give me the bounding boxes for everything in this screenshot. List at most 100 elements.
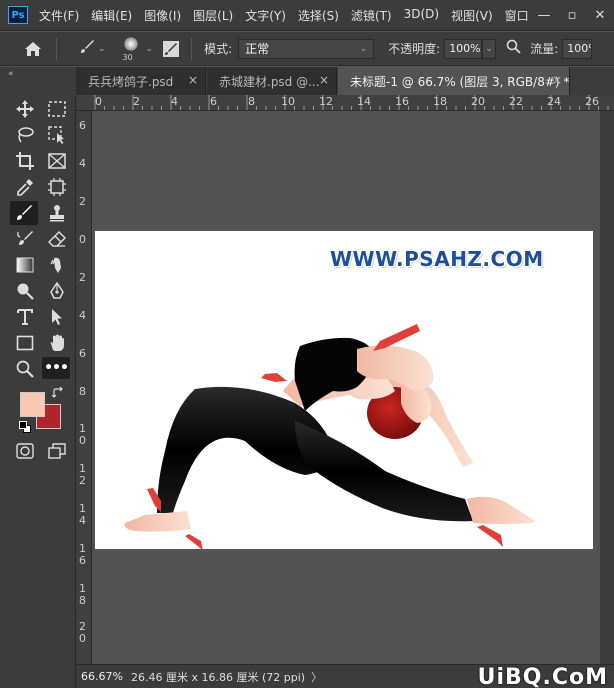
tool-preset-picker[interactable]: ⌄ (79, 39, 106, 58)
brush-settings-icon[interactable] (163, 40, 180, 57)
ruler-label: 18 (79, 582, 86, 608)
history-brush-tool-icon[interactable] (12, 227, 38, 251)
flow-value: 100% (567, 42, 591, 55)
separator (56, 37, 57, 60)
opacity-label: 不透明度: (388, 42, 441, 56)
window-controls: — ▫ ✕ (530, 0, 614, 31)
opacity-value: 100% (449, 42, 481, 55)
status-menu-arrow-icon[interactable]: 〉 (311, 669, 322, 685)
mode-value: 正常 (245, 42, 270, 56)
move-tool-icon[interactable] (12, 97, 38, 121)
object-select-tool-icon[interactable] (44, 123, 70, 147)
ruler-label: 0 (79, 233, 86, 246)
document-tabs: « 兵兵烤鸽子.psd × 赤城建材.psd @... × 未标题-1 @ 66… (0, 67, 614, 95)
path-selection-tool-icon[interactable] (44, 305, 70, 329)
horizontal-ruler: 0 2 4 6 8 10 12 14 16 18 20 22 24 26 (76, 95, 614, 111)
ruler-label: 26 (585, 95, 599, 108)
tab-document-1[interactable]: 兵兵烤鸽子.psd × (76, 67, 206, 95)
crop-tool-icon[interactable] (12, 149, 38, 173)
menu-filter[interactable]: 滤镜(T) (351, 7, 392, 24)
restore-button[interactable]: ▫ (558, 0, 586, 31)
more-tools-icon[interactable]: ••• (42, 357, 70, 379)
ruler-label: 14 (79, 502, 86, 528)
yoga-figure-illustration (124, 324, 535, 551)
close-tab-icon[interactable]: × (552, 73, 562, 87)
marquee-tool-icon[interactable] (44, 97, 70, 121)
ruler-label: 20 (471, 95, 485, 108)
smudge-tool-icon[interactable] (44, 253, 70, 277)
photoshop-window: Ps 文件(F) 编辑(E) 图像(I) 图层(L) 文字(Y) 选择(S) 滤… (0, 0, 614, 688)
minimize-button[interactable]: — (530, 0, 558, 31)
mode-select[interactable]: 正常 ⌄ (238, 38, 375, 59)
foreground-color-swatch[interactable] (20, 392, 45, 417)
screen-mode-icon[interactable] (44, 439, 70, 463)
swap-colors-icon[interactable] (51, 386, 64, 402)
frame-tool-icon[interactable] (44, 149, 70, 173)
default-colors-icon[interactable] (19, 421, 31, 433)
opacity-dropdown[interactable]: ⌄ (482, 38, 497, 59)
zoom-level[interactable]: 66.67% (81, 670, 127, 683)
ruler-label: 18 (433, 95, 447, 108)
ruler-label: 8 (248, 95, 255, 108)
ruler-label: 6 (210, 95, 217, 108)
tab-document-2[interactable]: 赤城建材.psd @... × (207, 67, 337, 95)
document-canvas[interactable] (95, 231, 593, 551)
brush-size-picker[interactable]: 30 (120, 35, 144, 63)
tools-panel: ••• (0, 95, 76, 688)
flow-input[interactable]: 100% (562, 38, 593, 59)
opacity-input[interactable]: 100% (444, 38, 483, 59)
brush-icon (79, 39, 95, 58)
chevron-down-icon[interactable]: ⌄ (146, 44, 154, 54)
pressure-opacity-icon[interactable] (506, 39, 522, 58)
site-watermark: UiBQ.CoM (477, 664, 608, 688)
pen-tool-icon[interactable] (44, 279, 70, 303)
close-button[interactable]: ✕ (586, 0, 614, 31)
ruler-label: 16 (79, 542, 86, 568)
frame-grid-icon[interactable] (44, 175, 70, 199)
ruler-label: 2 (79, 195, 86, 208)
menu-select[interactable]: 选择(S) (298, 7, 339, 24)
menu-layer[interactable]: 图层(L) (193, 7, 233, 24)
menu-image[interactable]: 图像(I) (144, 7, 181, 24)
quick-mask-icon[interactable] (12, 439, 38, 463)
type-tool-icon[interactable] (12, 305, 38, 329)
eyedropper-tool-icon[interactable] (12, 175, 38, 199)
ruler-label: 4 (79, 309, 86, 322)
ruler-label: 4 (171, 95, 178, 108)
brush-size-value: 30 (122, 52, 133, 62)
clone-stamp-tool-icon[interactable] (44, 201, 70, 225)
ruler-label: 12 (79, 462, 86, 488)
zoom-tool-icon[interactable] (12, 357, 38, 381)
close-tab-icon[interactable]: × (319, 73, 329, 87)
home-icon[interactable] (22, 38, 44, 60)
menu-3d[interactable]: 3D(D) (404, 7, 439, 24)
gradient-tool-icon[interactable] (12, 253, 38, 277)
collapse-panel-icon[interactable]: « (8, 69, 14, 79)
photoshop-logo: Ps (8, 6, 28, 24)
menu-edit[interactable]: 编辑(E) (91, 7, 132, 24)
brush-tool-icon[interactable] (10, 201, 38, 225)
close-tab-icon[interactable]: × (188, 73, 198, 87)
ruler-label: 0 (95, 95, 102, 108)
menu-window[interactable]: 窗口 (505, 7, 529, 24)
dodge-tool-icon[interactable] (12, 279, 38, 303)
eraser-tool-icon[interactable] (44, 227, 70, 251)
menu-view[interactable]: 视图(V) (451, 7, 493, 24)
ruler-label: 10 (281, 95, 295, 108)
ruler-label: 4 (79, 157, 86, 170)
lasso-tool-icon[interactable] (12, 123, 38, 147)
ruler-label: 16 (395, 95, 409, 108)
ruler-label: 12 (319, 95, 333, 108)
chevron-down-icon: ⌄ (485, 43, 493, 54)
menu-items: 文件(F) 编辑(E) 图像(I) 图层(L) 文字(Y) 选择(S) 滤镜(T… (39, 7, 541, 24)
tab-label: 未标题-1 @ 66.7% (图层 3, RGB/8#) * (350, 74, 570, 89)
menu-file[interactable]: 文件(F) (39, 7, 79, 24)
ruler-label: 6 (79, 119, 86, 132)
rectangle-tool-icon[interactable] (12, 331, 38, 355)
menu-type[interactable]: 文字(Y) (245, 7, 286, 24)
tab-document-3[interactable]: 未标题-1 @ 66.7% (图层 3, RGB/8#) * × (338, 67, 570, 95)
ruler-label: 8 (79, 385, 86, 398)
vertical-scrollbar[interactable] (600, 111, 614, 664)
hand-tool-icon[interactable] (44, 331, 70, 355)
ruler-label: 20 (79, 620, 86, 646)
